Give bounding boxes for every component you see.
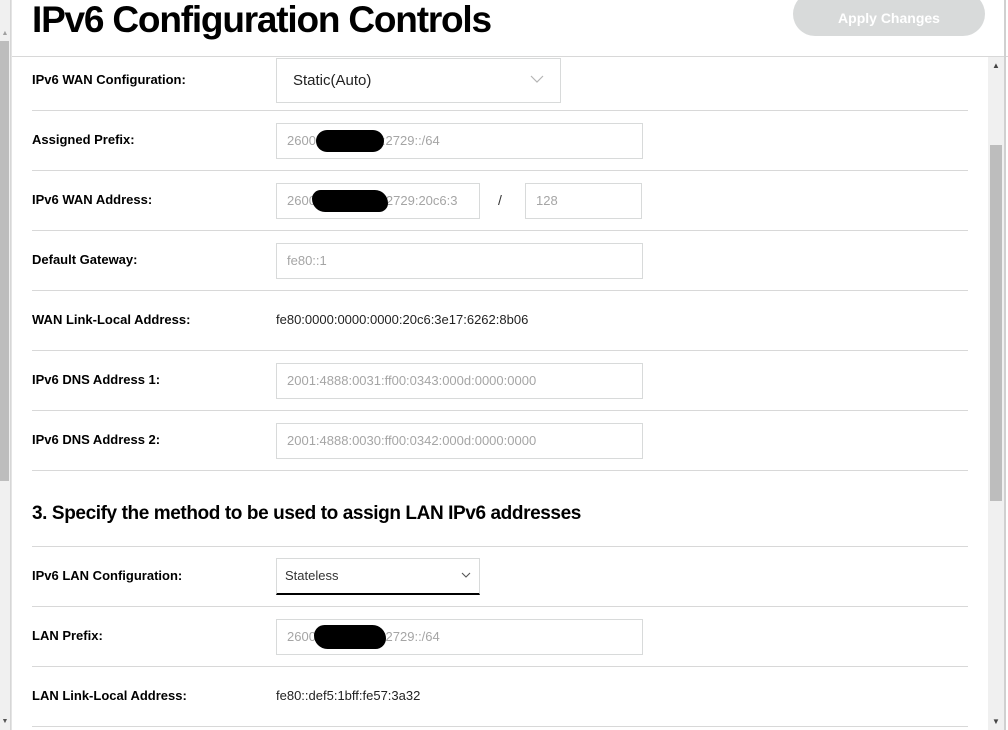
row-assigned-prefix: Assigned Prefix: 2600:2729::/64	[32, 111, 968, 171]
row-default-gateway: Default Gateway: fe80::1	[32, 231, 968, 291]
content-scrollbar[interactable]: ▲ ▼	[988, 57, 1004, 730]
ipv6-wan-configuration-select[interactable]: Static(Auto)	[276, 58, 561, 103]
field-label: IPv6 WAN Configuration:	[32, 72, 186, 87]
prefix-length-field[interactable]: 128	[525, 183, 642, 219]
apply-changes-button[interactable]: Apply Changes	[793, 0, 985, 36]
field-label: LAN Link-Local Address:	[32, 688, 187, 703]
chevron-down-icon	[530, 75, 544, 83]
prefix-separator: /	[498, 192, 502, 208]
page-header: IPv6 Configuration Controls Apply Change…	[12, 0, 1008, 57]
redaction-mark	[314, 625, 386, 649]
lan-link-local-address-value: fe80::def5:1bff:fe57:3a32	[276, 688, 421, 703]
row-lan-prefix: LAN Prefix: 2600:2729::/64	[32, 607, 968, 667]
row-ipv6-dns-address-2: IPv6 DNS Address 2: 2001:4888:0030:ff00:…	[32, 411, 968, 471]
scroll-up-arrow-icon[interactable]: ▲	[988, 61, 1004, 71]
ipv6-lan-configuration-select[interactable]: Stateless	[276, 558, 480, 595]
ipv6-dns-address-2-field[interactable]: 2001:4888:0030:ff00:0342:000d:0000:0000	[276, 423, 643, 459]
row-wan-link-local-address: WAN Link-Local Address: fe80:0000:0000:0…	[32, 291, 968, 351]
field-label: LAN Prefix:	[32, 628, 103, 643]
scroll-down-arrow-icon[interactable]: ▼	[1, 718, 9, 726]
field-label: WAN Link-Local Address:	[32, 312, 191, 327]
field-label: Assigned Prefix:	[32, 132, 135, 147]
outer-scrollbar-thumb[interactable]	[0, 41, 9, 481]
redaction-mark	[312, 190, 388, 212]
row-lan-link-local-address: LAN Link-Local Address: fe80::def5:1bff:…	[32, 667, 968, 727]
scroll-up-arrow-icon[interactable]: ▲	[1, 30, 9, 38]
outer-scrollbar[interactable]: ▲ ▼	[0, 0, 11, 730]
content-scrollbar-thumb[interactable]	[990, 145, 1002, 501]
row-ipv6-dns-address-1: IPv6 DNS Address 1: 2001:4888:0031:ff00:…	[32, 351, 968, 411]
chevron-down-icon	[461, 572, 471, 578]
field-label: IPv6 DNS Address 1:	[32, 372, 161, 387]
selected-value: Static(Auto)	[293, 72, 372, 89]
row-ipv6-lan-configuration: IPv6 LAN Configuration: Stateless	[32, 547, 968, 607]
field-label: IPv6 WAN Address:	[32, 192, 153, 207]
field-label: IPv6 LAN Configuration:	[32, 568, 183, 583]
selected-value: Stateless	[285, 568, 339, 583]
field-label: IPv6 DNS Address 2:	[32, 432, 161, 447]
row-ipv6-wan-address: IPv6 WAN Address: 2600 2729:20c6:3 / 128	[32, 171, 968, 231]
ipv6-dns-address-1-field[interactable]: 2001:4888:0031:ff00:0343:000d:0000:0000	[276, 363, 643, 399]
settings-form: IPv6 WAN Configuration: Static(Auto) Ass…	[12, 57, 988, 730]
default-gateway-field[interactable]: fe80::1	[276, 243, 643, 279]
scroll-down-arrow-icon[interactable]: ▼	[988, 717, 1004, 727]
page-title: IPv6 Configuration Controls	[32, 0, 492, 40]
lan-section-header: 3. Specify the method to be used to assi…	[32, 471, 968, 547]
row-ipv6-wan-configuration: IPv6 WAN Configuration: Static(Auto)	[32, 57, 968, 111]
wan-link-local-address-value: fe80:0000:0000:0000:20c6:3e17:6262:8b06	[276, 312, 529, 327]
field-label: Default Gateway:	[32, 252, 138, 267]
section-title: 3. Specify the method to be used to assi…	[32, 503, 581, 524]
window-edge	[1004, 0, 1006, 730]
redaction-mark	[316, 130, 384, 152]
